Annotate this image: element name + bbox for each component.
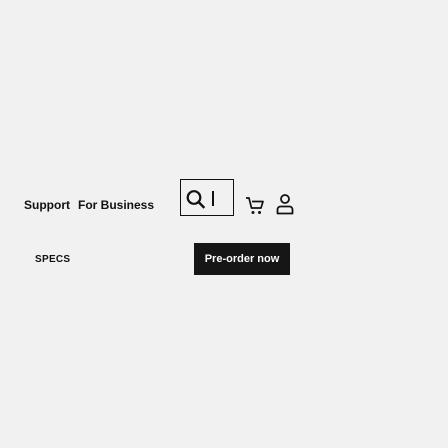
- user-icon: [276, 194, 294, 215]
- search-button[interactable]: [185, 189, 207, 211]
- account-button[interactable]: [274, 193, 296, 215]
- nav-link-for-business[interactable]: For Business: [78, 197, 154, 213]
- nav-link-support[interactable]: Support: [24, 197, 70, 213]
- search-icon: [186, 190, 206, 209]
- specs-link[interactable]: SPECS: [35, 254, 70, 266]
- search-divider: [212, 191, 214, 206]
- page: Support For Business SPECS Pre-order now: [0, 0, 448, 448]
- cart-icon: [246, 197, 264, 214]
- cart-button[interactable]: [244, 196, 266, 216]
- pre-order-button[interactable]: Pre-order now: [194, 243, 290, 275]
- search-box: [180, 179, 234, 216]
